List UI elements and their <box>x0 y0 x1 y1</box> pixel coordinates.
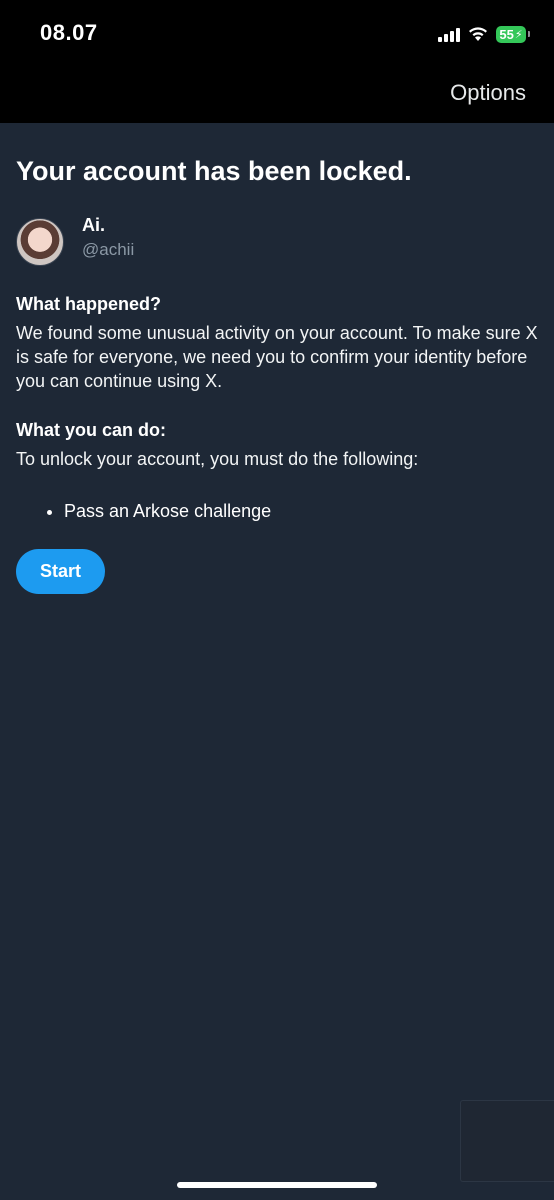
what-you-can-do-heading: What you can do: <box>16 419 166 440</box>
main-content: Your account has been locked. Ai. @achii… <box>16 155 538 594</box>
wifi-icon <box>469 27 487 41</box>
what-you-can-do-text: To unlock your account, you must do the … <box>16 448 419 469</box>
list-item: Pass an Arkose challenge <box>64 499 538 523</box>
top-bar: 08.07 55 ⚡ Options <box>0 0 554 123</box>
profile-row: Ai. @achii <box>16 215 538 266</box>
what-happened-heading: What happened? <box>16 293 161 314</box>
user-handle: @achii <box>82 240 135 260</box>
battery-level: 55 <box>499 26 514 42</box>
status-icons: 55 ⚡ <box>438 22 530 46</box>
status-time: 08.07 <box>40 20 98 45</box>
recaptcha-badge[interactable] <box>460 1100 554 1182</box>
steps-list: Pass an Arkose challenge <box>16 499 538 523</box>
home-indicator[interactable] <box>177 1182 377 1188</box>
battery-icon: 55 ⚡ <box>496 25 526 43</box>
start-button[interactable]: Start <box>16 548 105 594</box>
cellular-signal-icon <box>438 26 460 42</box>
battery-tip <box>528 31 530 37</box>
what-happened-text: We found some unusual activity on your a… <box>16 322 538 391</box>
options-button[interactable]: Options <box>450 80 526 106</box>
display-name: Ai. <box>82 214 106 235</box>
avatar <box>16 217 64 266</box>
page-title: Your account has been locked. <box>16 156 412 186</box>
profile-names: Ai. @achii <box>82 215 134 261</box>
